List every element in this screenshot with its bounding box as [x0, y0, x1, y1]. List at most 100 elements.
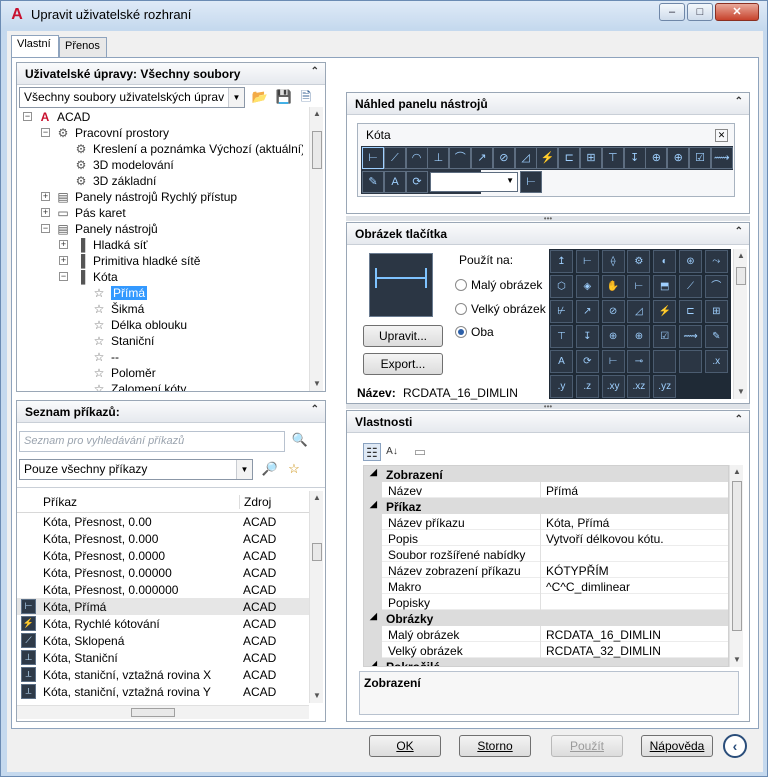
- tree-item[interactable]: + ▭ Pás karet: [17, 205, 303, 221]
- collapse-icon[interactable]: ⌃: [735, 226, 743, 237]
- property-row[interactable]: Popisky: [364, 594, 728, 610]
- gallery-image-icon[interactable]: .y: [550, 375, 573, 398]
- command-row[interactable]: Kóta, Přesnost, 0.00 ACAD: [17, 513, 309, 530]
- tree-item[interactable]: + ▤ Panely nástrojů Rychlý přístup: [17, 189, 303, 205]
- property-row[interactable]: Makro ^C^C_dimlinear: [364, 578, 728, 594]
- collapse-tree-icon[interactable]: ◢: [370, 467, 377, 478]
- gallery-image-icon[interactable]: A: [550, 350, 573, 373]
- property-row[interactable]: Název zobrazení příkazu KÓTYPŘÍM: [364, 562, 728, 578]
- gallery-image-icon[interactable]: ⟋: [679, 275, 702, 298]
- gallery-image-icon[interactable]: ⊤: [550, 325, 573, 348]
- command-filter-select[interactable]: Pouze všechny příkazy ▼: [19, 459, 253, 480]
- command-list-hscrollbar[interactable]: [17, 705, 309, 719]
- both-images-radio[interactable]: [455, 326, 467, 338]
- scroll-thumb[interactable]: [736, 267, 746, 285]
- property-row[interactable]: Název příkazu Kóta, Přímá: [364, 514, 728, 530]
- collapse-tree-icon[interactable]: −: [23, 112, 32, 121]
- tree-item[interactable]: ☆ Šikmá: [17, 301, 303, 317]
- toolbar-button-icon[interactable]: ⊕: [667, 147, 690, 169]
- gallery-image-icon[interactable]: ✋: [601, 275, 625, 298]
- gallery-image-icon[interactable]: ⊸: [627, 350, 651, 373]
- property-row[interactable]: Název Přímá: [364, 482, 728, 498]
- gallery-image-icon[interactable]: ⬒: [653, 275, 677, 298]
- cancel-button[interactable]: Storno: [459, 735, 531, 757]
- collapse-tree-icon[interactable]: −: [41, 128, 50, 137]
- toolbar-button-icon[interactable]: ⟿: [710, 147, 733, 169]
- gallery-image-icon[interactable]: .xy: [601, 375, 625, 398]
- gallery-image-icon[interactable]: .xz: [627, 375, 651, 398]
- tab-prenos[interactable]: Přenos: [59, 37, 107, 57]
- property-value[interactable]: RCDATA_32_DIMLIN: [546, 644, 661, 658]
- gallery-image-icon[interactable]: ⊢: [627, 275, 651, 298]
- collapse-dialog-icon[interactable]: ‹: [723, 734, 747, 758]
- toolbar-button-icon[interactable]: ⊢: [362, 147, 384, 169]
- gallery-image-icon[interactable]: .z: [575, 375, 599, 398]
- gallery-image-icon[interactable]: ⊘: [601, 300, 625, 323]
- collapse-tree-icon[interactable]: ◢: [370, 659, 377, 666]
- toolbar-button-icon[interactable]: ↗: [471, 147, 493, 169]
- property-value[interactable]: Vytvoří délkovou kótu.: [546, 532, 664, 546]
- property-value[interactable]: KÓTYPŘÍM: [546, 564, 609, 578]
- expand-icon[interactable]: +: [41, 208, 50, 217]
- gallery-image-icon[interactable]: ⊛: [679, 250, 702, 273]
- toolbar-button-icon[interactable]: ◿: [514, 147, 537, 169]
- close-icon[interactable]: ✕: [715, 129, 728, 142]
- tree-scrollbar[interactable]: ▲ ▼: [309, 107, 323, 391]
- command-row[interactable]: Kóta, Přesnost, 0.0000 ACAD: [17, 547, 309, 564]
- scroll-down-icon[interactable]: ▼: [730, 653, 744, 667]
- gallery-image-icon[interactable]: ⊢: [601, 350, 625, 373]
- splitter[interactable]: •••: [346, 403, 750, 411]
- gallery-image-icon[interactable]: ⟳: [575, 350, 599, 373]
- edit-image-button[interactable]: Upravit...: [363, 325, 443, 347]
- toolbar-button-icon[interactable]: ☑: [689, 147, 711, 169]
- property-value[interactable]: ^C^C_dimlinear: [546, 580, 630, 594]
- toolbar-button-icon[interactable]: ⊕: [645, 147, 668, 169]
- toolbar-button-icon[interactable]: ⊤: [601, 147, 624, 169]
- property-value[interactable]: Kóta, Přímá: [546, 516, 609, 530]
- toolbar-button-icon[interactable]: ⊏: [558, 147, 581, 169]
- tree-item[interactable]: ☆ Staniční: [17, 333, 303, 349]
- alphabetical-icon[interactable]: A↓: [383, 443, 401, 461]
- tree-item[interactable]: ⚙ 3D modelování: [17, 157, 303, 173]
- collapse-icon[interactable]: ⌃: [311, 66, 319, 77]
- gallery-image-icon[interactable]: ⊬: [550, 300, 573, 323]
- property-row[interactable]: Velký obrázek RCDATA_32_DIMLIN: [364, 642, 728, 658]
- tree-item[interactable]: − ▤ Panely nástrojů: [17, 221, 303, 237]
- scroll-up-icon[interactable]: ▲: [734, 249, 748, 263]
- find-command-icon[interactable]: 🔎: [261, 460, 279, 478]
- tab-vlastni[interactable]: Vlastní: [11, 35, 59, 57]
- save-as-icon[interactable]: 🗎: [297, 88, 315, 106]
- dim-style-select[interactable]: ▼: [430, 172, 518, 192]
- ok-button[interactable]: OK: [369, 735, 441, 757]
- scroll-down-icon[interactable]: ▼: [310, 689, 324, 703]
- gallery-image-icon[interactable]: ◐: [653, 250, 677, 273]
- tree-item[interactable]: − ⚙ Pracovní prostory: [17, 125, 303, 141]
- hscroll-thumb[interactable]: [131, 708, 175, 717]
- command-row[interactable]: Kóta, Přesnost, 0.000 ACAD: [17, 530, 309, 547]
- scroll-thumb[interactable]: [312, 543, 322, 561]
- toolbar-button-icon[interactable]: ⚡: [536, 147, 559, 169]
- categorized-icon[interactable]: ☷: [363, 443, 381, 461]
- gallery-image-icon[interactable]: ⊞: [704, 300, 728, 323]
- scroll-up-icon[interactable]: ▲: [730, 465, 744, 479]
- new-command-icon[interactable]: ☆: [285, 460, 303, 478]
- property-row[interactable]: Soubor rozšířené nabídky: [364, 546, 728, 562]
- command-row[interactable]: ⟂ Kóta, staniční, vztažná rovina X ACAD: [17, 666, 309, 683]
- gallery-image-icon[interactable]: ◿: [627, 300, 651, 323]
- gallery-image-icon[interactable]: ↗: [575, 300, 599, 323]
- column-source[interactable]: Zdroj: [239, 495, 271, 509]
- scroll-thumb[interactable]: [732, 481, 742, 631]
- save-icon[interactable]: 💾: [275, 88, 293, 106]
- toolbar-button-icon[interactable]: ↧: [623, 147, 646, 169]
- large-image-radio[interactable]: [455, 303, 467, 315]
- collapse-tree-icon[interactable]: ◢: [370, 611, 377, 622]
- toolbar-button-icon[interactable]: ⊞: [580, 147, 602, 169]
- open-file-icon[interactable]: 📂: [251, 88, 269, 106]
- property-grid-scrollbar[interactable]: ▲ ▼: [729, 465, 743, 667]
- gallery-image-icon[interactable]: ⚡: [653, 300, 677, 323]
- apply-button[interactable]: Použít: [551, 735, 623, 757]
- toolbar-button-icon[interactable]: A: [384, 171, 406, 193]
- gallery-image-icon[interactable]: ⟿: [679, 325, 702, 348]
- gallery-image-icon[interactable]: ⊕: [601, 325, 625, 348]
- image-gallery-scrollbar[interactable]: ▲ ▼: [733, 249, 747, 399]
